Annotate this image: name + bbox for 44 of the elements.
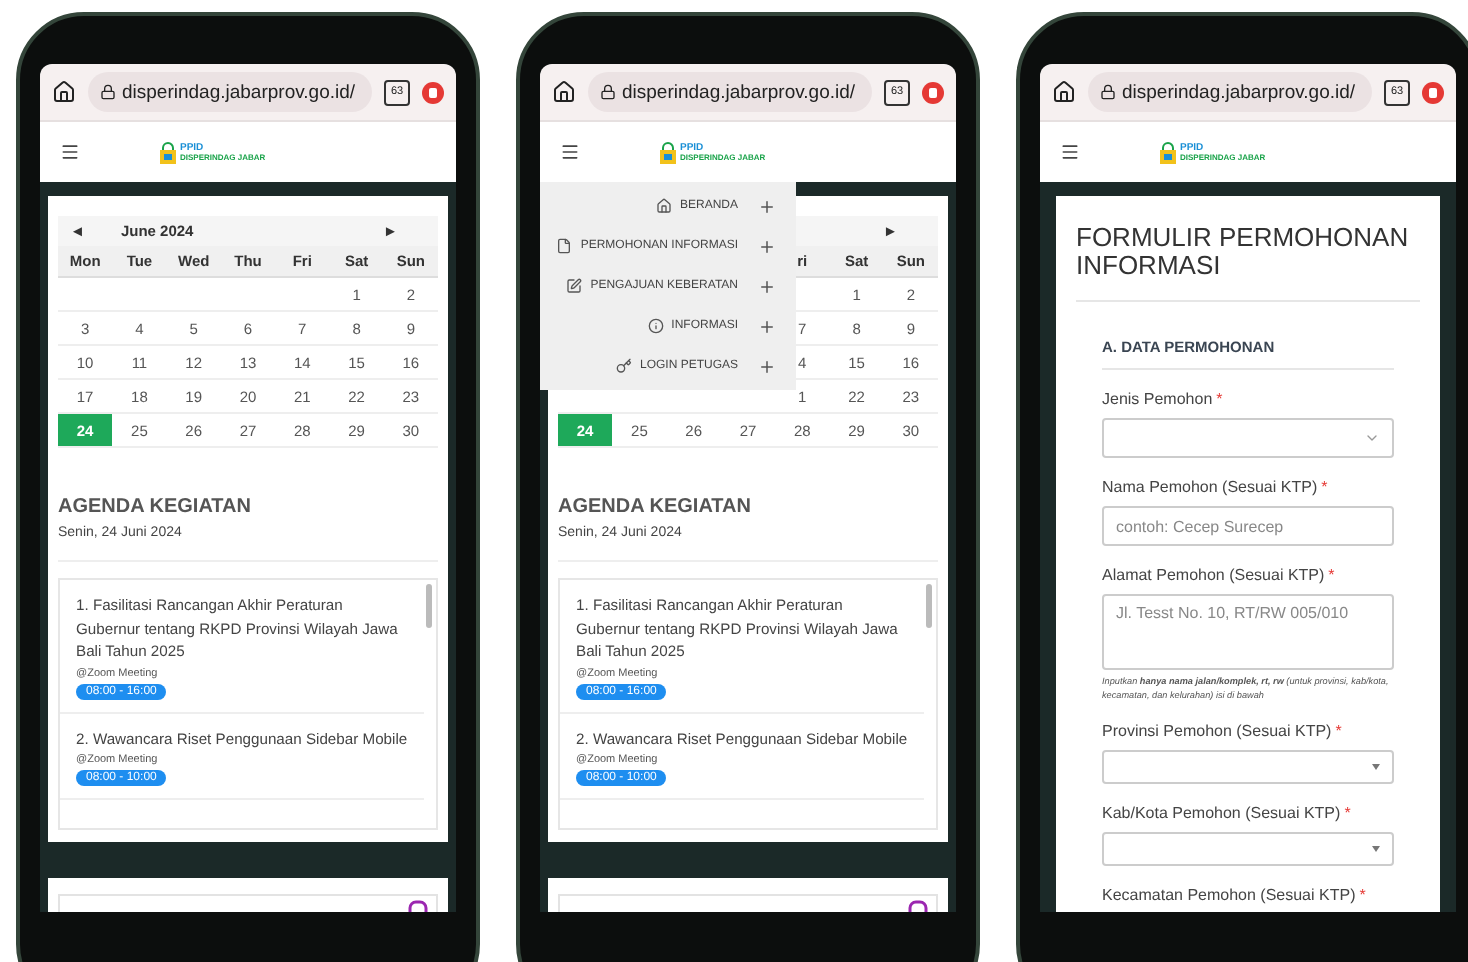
extension-icon[interactable] [922,81,944,103]
url-field[interactable]: disperindag.jabarprov.go.id/ [1088,72,1372,112]
field-label: Alamat Pemohon (Sesuai KTP) * [1102,566,1337,584]
scrollbar-thumb[interactable] [926,584,932,628]
home-icon[interactable] [552,80,576,104]
agenda-title: AGENDA KEGIATAN [558,496,753,518]
select-field[interactable] [1102,750,1394,784]
chevron-icon [1364,430,1380,446]
form-title: FORMULIR PERMOHONAN INFORMASI [1076,224,1420,302]
scrollbar-thumb[interactable] [426,584,432,628]
lock-icon [1100,84,1116,100]
home-icon[interactable] [1052,80,1076,104]
expand-plus-icon[interactable] [758,197,776,215]
expand-plus-icon[interactable] [758,317,776,335]
menu-icon[interactable] [60,142,80,162]
field-label: Jenis Pemohon * [1102,390,1225,408]
url-field[interactable]: disperindag.jabarprov.go.id/ [88,72,372,112]
select-field[interactable] [1102,832,1394,866]
file-icon [556,238,573,254]
pen-square-icon [566,278,583,294]
extension-icon[interactable] [422,81,444,103]
caret-icon [1372,846,1380,852]
home-icon [655,198,672,214]
expand-plus-icon[interactable] [758,277,776,295]
url-field[interactable]: disperindag.jabarprov.go.id/ [588,72,872,112]
field-label: Provinsi Pemohon (Sesuai KTP) * [1102,722,1344,740]
menu-icon[interactable] [1060,142,1080,162]
caret-icon [1372,764,1380,770]
expand-plus-icon[interactable] [758,357,776,375]
field-label: Kecamatan Pemohon (Sesuai KTP) * [1102,886,1368,904]
field-label: Nama Pemohon (Sesuai KTP) * [1102,478,1330,496]
agenda-title: AGENDA KEGIATAN [58,496,253,518]
key-icon [615,358,632,374]
select-field[interactable] [1102,418,1394,458]
info-icon [647,318,664,334]
menu-icon[interactable] [560,142,580,162]
input-field[interactable]: contoh: Cecep Surecep [1102,506,1394,546]
textarea-field[interactable]: Jl. Tesst No. 10, RT/RW 005/010 [1102,594,1394,670]
field-label: Kab/Kota Pemohon (Sesuai KTP) * [1102,804,1353,822]
expand-plus-icon[interactable] [758,237,776,255]
extension-icon[interactable] [1422,81,1444,103]
lock-icon [100,84,116,100]
home-icon[interactable] [52,80,76,104]
lock-icon [600,84,616,100]
